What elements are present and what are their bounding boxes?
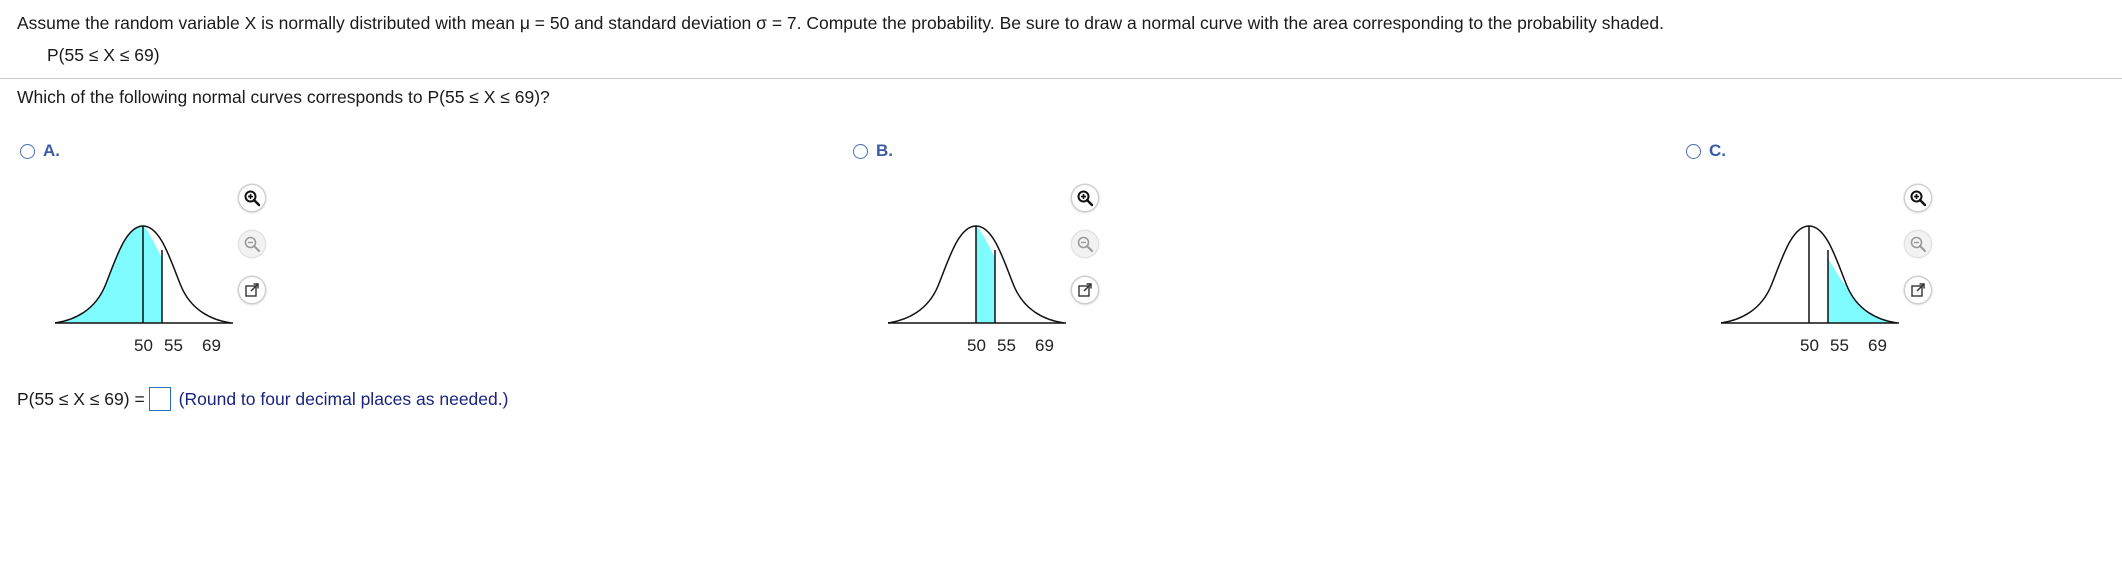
answer-input[interactable] — [148, 387, 171, 411]
tick-69-a: 69 — [202, 336, 221, 355]
normal-curve-a — [54, 225, 233, 324]
zoom-in-icon — [1910, 190, 1927, 207]
question-text: Assume the random variable X is normally… — [17, 13, 1665, 33]
zoom-out-button-b[interactable] — [1072, 231, 1098, 257]
choice-c: C. 50 55 69 — [1666, 140, 2122, 370]
zoom-out-icon — [1910, 236, 1926, 252]
zoom-out-icon — [1077, 236, 1093, 252]
rounding-hint: (Round to four decimal places as needed.… — [178, 388, 509, 409]
tick-55-a: 55 — [164, 336, 183, 355]
divider — [0, 78, 2122, 79]
choice-c-letter: C. — [1709, 141, 1726, 160]
choice-prompt: Which of the following normal curves cor… — [17, 87, 550, 107]
zoom-in-icon — [1077, 190, 1094, 207]
probability-expression: P(55 ≤ X ≤ 69) — [47, 45, 160, 65]
zoom-out-button-c[interactable] — [1905, 231, 1931, 257]
choice-c-option[interactable]: C. — [1686, 140, 1726, 162]
shaded-area-a — [55, 226, 162, 323]
tick-50-b: 50 — [967, 336, 986, 355]
zoom-in-button-c[interactable] — [1905, 185, 1931, 211]
popout-button-b[interactable] — [1072, 277, 1098, 303]
choice-b-letter: B. — [876, 141, 893, 160]
zoom-in-button-a[interactable] — [239, 185, 265, 211]
zoom-in-icon — [244, 190, 261, 207]
popout-icon — [1078, 283, 1092, 297]
tick-50-a: 50 — [134, 336, 153, 355]
choice-a: A. 50 55 69 — [0, 140, 820, 370]
zoom-out-button-a[interactable] — [239, 231, 265, 257]
choice-a-option[interactable]: A. — [20, 140, 60, 162]
popout-button-a[interactable] — [239, 277, 265, 303]
tick-55-c: 55 — [1830, 336, 1849, 355]
answer-line: P(55 ≤ X ≤ 69) = (Round to four decimal … — [17, 387, 508, 411]
choice-b-radio[interactable] — [853, 143, 868, 159]
normal-curve-c — [1720, 225, 1899, 324]
choice-c-radio[interactable] — [1686, 143, 1701, 159]
choice-b: B. 50 55 69 — [833, 140, 1653, 370]
popout-icon — [245, 283, 259, 297]
answer-label: P(55 ≤ X ≤ 69) = — [17, 388, 145, 409]
shaded-area-b — [976, 226, 995, 323]
shaded-area-c — [1828, 258, 1897, 323]
choice-a-radio[interactable] — [20, 143, 35, 159]
choice-a-letter: A. — [43, 141, 60, 160]
tick-50-c: 50 — [1800, 336, 1819, 355]
tick-69-b: 69 — [1035, 336, 1054, 355]
zoom-in-button-b[interactable] — [1072, 185, 1098, 211]
tick-55-b: 55 — [997, 336, 1016, 355]
choice-b-option[interactable]: B. — [853, 140, 893, 162]
normal-curve-b — [887, 225, 1066, 324]
tick-69-c: 69 — [1868, 336, 1887, 355]
popout-button-c[interactable] — [1905, 277, 1931, 303]
popout-icon — [1911, 283, 1925, 297]
zoom-out-icon — [244, 236, 260, 252]
